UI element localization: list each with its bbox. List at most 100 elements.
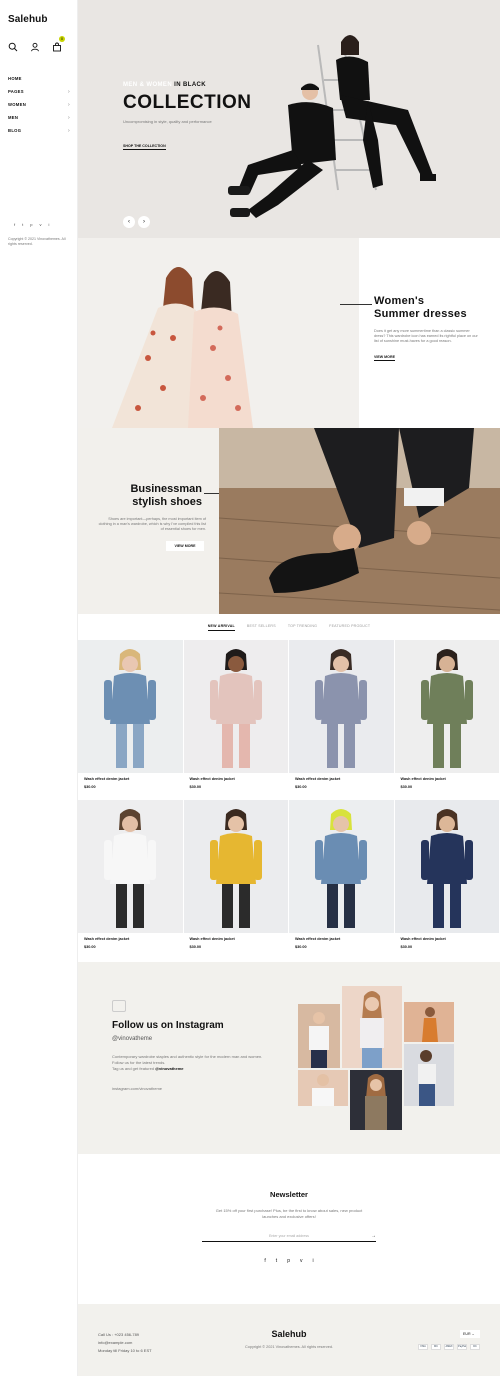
hero-subtitle-dark: IN BLACK	[174, 82, 207, 88]
product-name[interactable]: Wash effect denim jacket	[395, 773, 500, 781]
chevron-right-icon: ›	[68, 101, 70, 108]
instagram-photo[interactable]	[404, 1044, 454, 1106]
pinterest-icon[interactable]: p	[287, 1258, 290, 1264]
model-illustration	[209, 649, 262, 768]
product-image[interactable]	[78, 640, 183, 773]
instagram-icon[interactable]: i	[48, 222, 49, 227]
instagram-section: Follow us on Instagram @vinovatheme Cont…	[78, 962, 500, 1154]
product-image[interactable]	[183, 800, 288, 933]
slider-prev-button[interactable]: ‹	[123, 216, 135, 228]
instagram-photo[interactable]	[298, 1070, 348, 1106]
product-image[interactable]	[183, 640, 288, 773]
product-image[interactable]	[394, 800, 499, 933]
visa-icon: VISA	[418, 1344, 428, 1350]
product-name[interactable]: Wash effect denim jacket	[184, 773, 289, 781]
product-name[interactable]: Wash effect denim jacket	[78, 933, 183, 941]
shoes-illustration	[219, 428, 500, 614]
product-card[interactable]: Wash effect denim jacket $30.00	[78, 640, 184, 800]
tab-featured-product[interactable]: FEATURED PRODUCT	[329, 624, 370, 630]
newsletter-email-input[interactable]: Enter your email address →	[202, 1230, 376, 1242]
instagram-tag-text: Tag us and get featured	[112, 1066, 155, 1071]
instagram-icon[interactable]: i	[312, 1258, 313, 1264]
product-image[interactable]	[289, 800, 394, 933]
product-card[interactable]: Wash effect denim jacket $30.00	[394, 640, 500, 800]
shop-collection-link[interactable]: SHOP THE COLLECTION	[123, 144, 166, 150]
sidebar-socials: f t p v i	[14, 222, 49, 227]
product-image[interactable]	[394, 640, 499, 773]
cart-count-badge: 0	[59, 36, 65, 42]
facebook-icon[interactable]: f	[264, 1258, 265, 1264]
product-price: $30.00	[400, 945, 413, 949]
slider-next-button[interactable]: ›	[138, 216, 150, 228]
instagram-tag-handle[interactable]: @vinovatheme	[155, 1066, 183, 1071]
hero-subtitle-highlight: MEN & WOMEN	[123, 82, 173, 88]
product-card[interactable]: Wash effect denim jacket $30.00	[183, 640, 289, 800]
person-photo	[360, 991, 384, 1068]
newsletter-submit-button[interactable]: →	[371, 1230, 376, 1242]
nav-item-women[interactable]: WOMEN ›	[8, 98, 70, 111]
search-icon[interactable]	[8, 42, 18, 52]
discover-icon: DC	[470, 1344, 480, 1350]
instagram-url[interactable]: instagram.com/vinovatheme	[112, 1086, 162, 1091]
women-view-more-link[interactable]: VIEW MORE	[374, 355, 395, 361]
sidebar-nav: HOME PAGES › WOMEN › MEN › BLOG ›	[8, 72, 70, 137]
nav-item-men[interactable]: MEN ›	[8, 111, 70, 124]
product-name[interactable]: Wash effect denim jacket	[395, 933, 500, 941]
product-name[interactable]: Wash effect denim jacket	[289, 773, 394, 781]
women-title-line1: Women's	[374, 295, 425, 307]
product-image[interactable]	[78, 800, 183, 933]
product-card[interactable]: Wash effect denim jacket $30.00	[289, 640, 395, 800]
instagram-icon	[112, 1000, 126, 1012]
product-card[interactable]: Wash effect denim jacket $30.00	[78, 800, 184, 960]
logo[interactable]: Salehub	[8, 14, 48, 25]
user-icon[interactable]	[30, 42, 40, 52]
footer-logo[interactable]: Salehub	[78, 1329, 500, 1339]
women-description: Does it get any more summertime than a c…	[374, 329, 478, 343]
nav-label: PAGES	[8, 89, 24, 94]
women-dresses-image	[78, 238, 359, 428]
product-name[interactable]: Wash effect denim jacket	[184, 933, 289, 941]
pinterest-icon[interactable]: p	[30, 222, 32, 227]
product-card[interactable]: Wash effect denim jacket $30.00	[394, 800, 500, 960]
facebook-icon[interactable]: f	[14, 222, 15, 227]
instagram-photo[interactable]	[350, 1070, 402, 1130]
instagram-handle[interactable]: @vinovatheme	[112, 1036, 152, 1042]
sidebar-icons: 0	[8, 36, 65, 52]
instagram-photo[interactable]	[404, 1002, 454, 1042]
chevron-right-icon: ›	[68, 127, 70, 134]
product-price: $30.00	[189, 785, 202, 789]
hero-title: COLLECTION	[123, 92, 252, 113]
vimeo-icon[interactable]: v	[300, 1258, 303, 1264]
product-image[interactable]	[289, 640, 394, 773]
shoes-description: Shoes are important—perhaps, the most im…	[98, 517, 206, 531]
hero-description: Uncompromising in style, quality and per…	[123, 119, 212, 124]
shoes-title: Businessman stylish shoes	[98, 483, 202, 509]
tab-best-sellers[interactable]: BEST SELLERS	[247, 624, 276, 630]
twitter-icon[interactable]: t	[22, 222, 23, 227]
twitter-icon[interactable]: t	[276, 1258, 277, 1264]
nav-label: MEN	[8, 115, 19, 120]
instagram-photo[interactable]	[298, 1004, 340, 1068]
product-card[interactable]: Wash effect denim jacket $30.00	[183, 800, 289, 960]
person-photo	[418, 1050, 436, 1106]
product-card[interactable]: Wash effect denim jacket $30.00	[289, 800, 395, 960]
nav-item-home[interactable]: HOME	[8, 72, 70, 85]
slider-arrows: ‹ ›	[123, 216, 150, 228]
product-name[interactable]: Wash effect denim jacket	[78, 773, 183, 781]
shoes-view-more-button[interactable]: VIEW MORE	[166, 541, 204, 551]
nav-item-blog[interactable]: BLOG ›	[8, 124, 70, 137]
vimeo-icon[interactable]: v	[39, 222, 41, 227]
person-photo	[422, 1007, 438, 1042]
tab-top-trending[interactable]: TOP TRENDING	[288, 624, 317, 630]
nav-item-pages[interactable]: PAGES ›	[8, 85, 70, 98]
instagram-photo[interactable]	[342, 986, 402, 1068]
currency-select[interactable]: EUR ⌄	[460, 1330, 480, 1338]
product-price: $30.00	[400, 785, 413, 789]
product-name[interactable]: Wash effect denim jacket	[289, 933, 394, 941]
mastercard-icon: MC	[431, 1344, 441, 1350]
person-photo	[312, 1074, 334, 1106]
tab-new-arrival[interactable]: NEW ARRIVAL	[207, 624, 235, 631]
chevron-right-icon: ›	[68, 114, 70, 121]
model-illustration	[104, 809, 156, 928]
cart-icon[interactable]: 0	[52, 36, 65, 52]
